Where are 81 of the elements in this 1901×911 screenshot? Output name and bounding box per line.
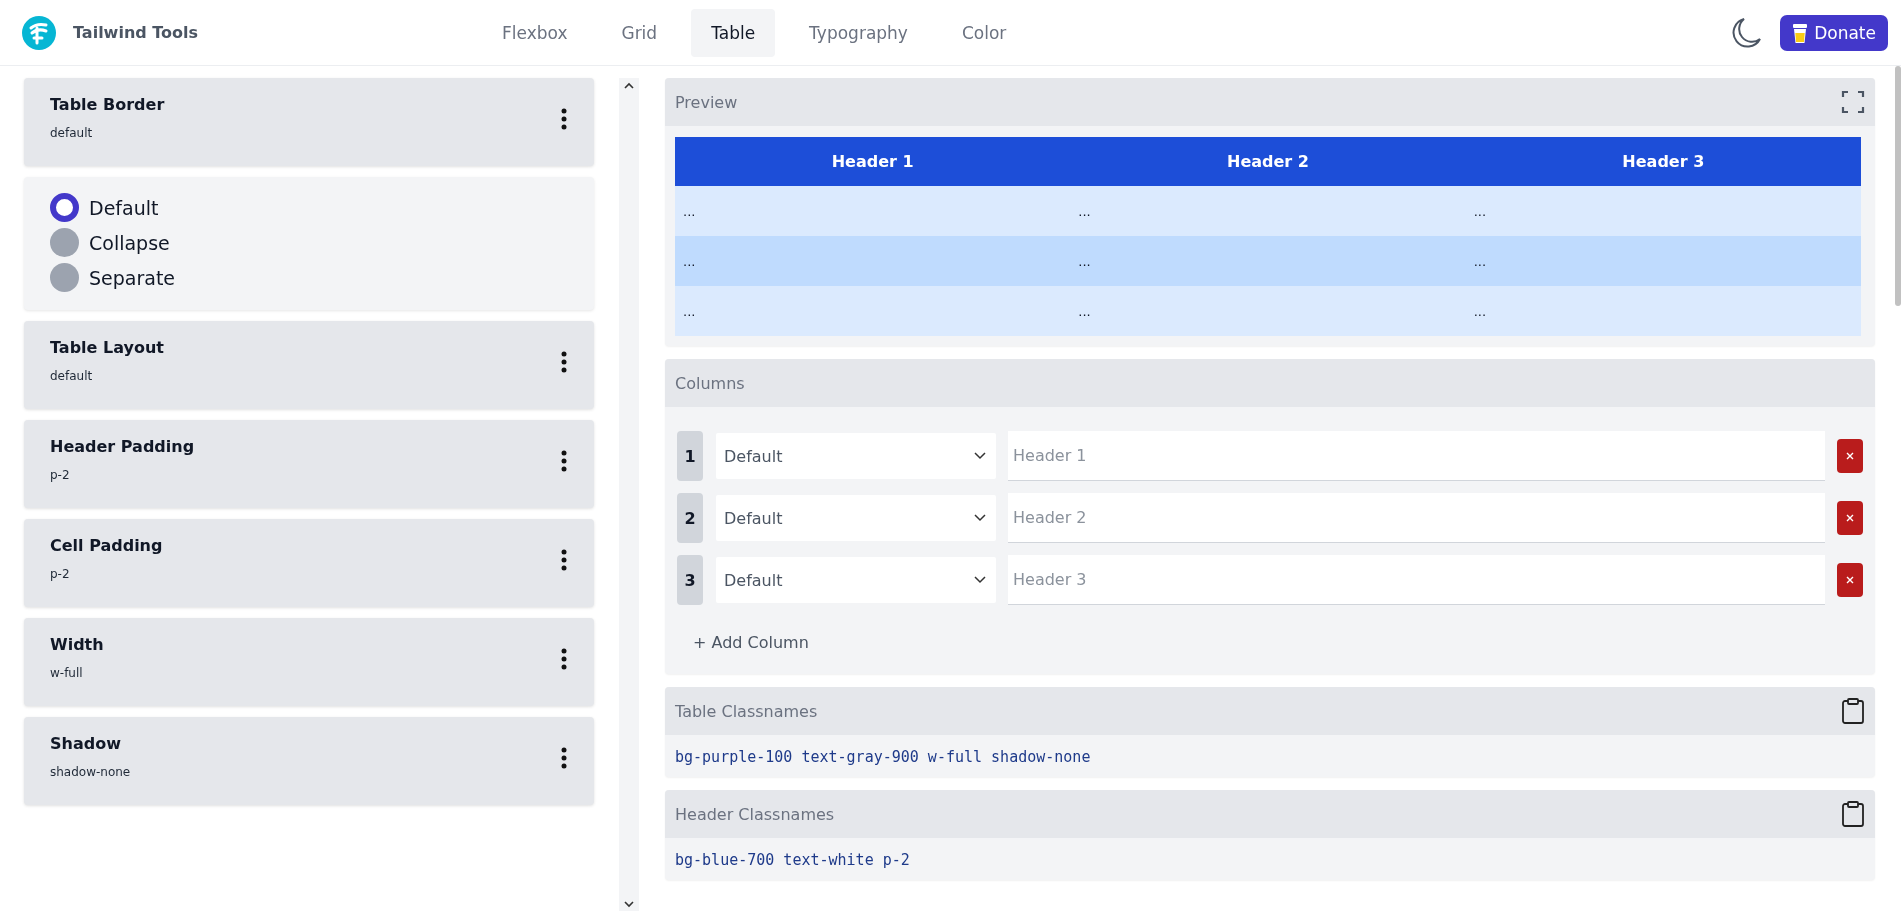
more-icon[interactable] [560,450,568,472]
option-label: Collapse [89,231,170,254]
table-header: Header 2 [1070,137,1466,186]
panel-title: Preview [675,92,738,112]
more-icon[interactable] [560,747,568,769]
remove-button[interactable] [1837,439,1863,473]
more-icon[interactable] [560,108,568,130]
table-cell: ... [1465,236,1861,286]
header-input[interactable]: Header 3 [1008,555,1825,605]
more-icon[interactable] [560,549,568,571]
nav-tab[interactable]: Color [941,8,1027,57]
option-label: Default [89,196,159,219]
setting-title: Width [50,635,104,654]
logo-icon [22,15,56,50]
setting-title: Header Padding [50,437,195,456]
setting-title: Table Border [50,95,165,114]
column-number: 3 [677,555,703,605]
setting-value: shadow-none [50,765,131,779]
classnames-code: bg-blue-700 text-white p-2 [674,850,911,871]
setting-title: Shadow [50,734,122,753]
more-icon[interactable] [560,648,568,670]
clipboard-icon[interactable] [1841,698,1865,724]
column-number: 1 [677,431,703,481]
panel-title: Table Classnames [675,701,818,721]
table-cell: ... [1465,186,1861,236]
table-header: Header 3 [1465,137,1861,186]
setting-title: Table Layout [50,338,164,357]
header-input[interactable]: Header 1 [1008,431,1825,481]
table-cell: ... [675,286,1071,336]
align-dropdown[interactable]: Default [716,433,996,479]
setting-value: w-full [50,666,84,680]
nav-tab[interactable]: Table [691,8,776,57]
radio-button[interactable] [50,263,79,292]
column-number: 2 [677,493,703,543]
setting-card[interactable]: Header Padding p-2 [24,420,594,508]
chevron-down-icon [974,514,986,522]
classnames-code: bg-purple-100 text-gray-900 w-full shadow-none [674,747,1092,768]
chevron-down-icon [974,576,986,584]
table-cell: ... [1070,286,1466,336]
setting-value: default [50,126,94,140]
table-cell: ... [1070,186,1466,236]
fullscreen-icon[interactable] [1841,89,1865,115]
setting-value: p-2 [50,468,71,482]
remove-button[interactable] [1837,501,1863,535]
setting-card[interactable]: Table Border default [24,78,594,166]
nav-tab[interactable]: Grid [601,8,678,57]
radio-button[interactable] [50,228,79,257]
setting-card[interactable]: Shadow shadow-none [24,717,594,805]
setting-card[interactable]: Width w-full [24,618,594,706]
nav-tab[interactable]: Typography [789,8,928,57]
nav-tab[interactable]: Flexbox [482,8,588,57]
align-dropdown[interactable]: Default [716,495,996,541]
table-cell: ... [675,186,1071,236]
donate-button[interactable]: Donate [1780,14,1888,51]
page-scrollbar[interactable] [1895,66,1901,306]
close-icon [1846,576,1854,584]
option-label: Separate [89,266,176,289]
header-input[interactable]: Header 2 [1008,493,1825,543]
setting-card[interactable]: Table Layout default [24,321,594,409]
moon-icon[interactable] [1732,16,1763,49]
panel-title: Header Classnames [675,804,835,824]
more-icon[interactable] [560,351,568,373]
close-icon [1846,514,1854,522]
table-cell: ... [1070,236,1466,286]
table-cell: ... [675,236,1071,286]
close-icon [1846,452,1854,460]
setting-value: default [50,369,94,383]
add-column-button[interactable]: + Add Column [693,633,809,652]
chevron-down-icon [974,452,986,460]
table-header: Header 1 [675,137,1071,186]
setting-card[interactable]: Cell Padding p-2 [24,519,594,607]
brand-name: Tailwind Tools [73,23,199,42]
cup-icon [1792,21,1809,44]
panel-title: Columns [675,373,745,393]
setting-title: Cell Padding [50,536,163,555]
align-dropdown[interactable]: Default [716,557,996,603]
radio-button[interactable] [50,193,79,222]
table-cell: ... [1465,286,1861,336]
clipboard-icon[interactable] [1841,801,1865,827]
setting-value: p-2 [50,567,71,581]
remove-button[interactable] [1837,563,1863,597]
